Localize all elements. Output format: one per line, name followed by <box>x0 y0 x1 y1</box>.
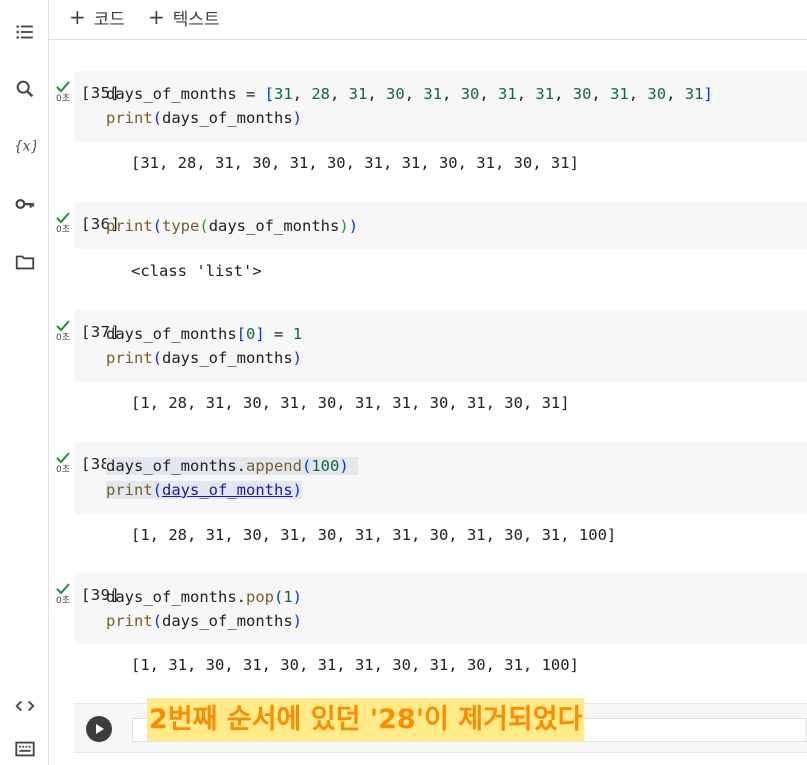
plus-icon: + <box>148 5 165 29</box>
code-line: days_of_months.pop(1) <box>106 588 303 606</box>
annotation-caption: 2번째 순서에 있던 '28'이 제거되었다 <box>147 698 585 741</box>
cell-output: [1, 28, 31, 30, 31, 30, 31, 31, 30, 31, … <box>131 394 570 412</box>
cell-output: <class 'list'> <box>131 262 262 280</box>
plus-icon: + <box>69 5 86 29</box>
check-icon <box>56 320 70 332</box>
cell-output: [31, 28, 31, 30, 31, 30, 31, 31, 30, 31,… <box>131 154 579 172</box>
code-text[interactable]: days_of_months.pop(1) print(days_of_mont… <box>106 585 302 633</box>
code-snippets-icon[interactable] <box>12 693 38 719</box>
cell-status: 0초 <box>52 212 74 235</box>
code-line: print(days_of_months) <box>106 612 303 630</box>
notebook-toolbar: + 코드 + 텍스트 <box>49 0 807 40</box>
add-text-label: 텍스트 <box>172 9 220 30</box>
key-icon[interactable] <box>12 191 38 217</box>
cell-output: [1, 31, 30, 31, 30, 31, 31, 30, 31, 30, … <box>131 656 579 674</box>
check-icon <box>56 452 70 464</box>
cell-status: 0초 <box>52 320 74 343</box>
code-cell[interactable]: 0초 [37] days_of_months[0] = 1 print(days… <box>49 310 807 420</box>
exec-time: 0초 <box>55 225 70 235</box>
check-icon <box>56 583 70 595</box>
check-icon <box>56 212 70 224</box>
code-text[interactable]: days_of_months = [31, 28, 31, 30, 31, 30… <box>106 82 713 130</box>
code-text[interactable]: print(type(days_of_months)) <box>106 214 358 238</box>
add-code-button[interactable]: + 코드 <box>69 4 125 30</box>
variables-icon[interactable]: {𝑥} <box>12 133 38 159</box>
run-cell-button[interactable] <box>86 716 112 742</box>
add-text-button[interactable]: + 텍스트 <box>148 4 220 30</box>
code-cell[interactable]: 0초 [39] days_of_months.pop(1) print(days… <box>49 573 807 683</box>
code-line: print(days_of_months) <box>106 349 303 367</box>
cell-status: 0초 <box>52 583 74 606</box>
code-text[interactable]: days_of_months.append(100) print(days_of… <box>106 454 359 502</box>
check-icon <box>56 81 70 93</box>
folder-icon[interactable] <box>12 249 38 275</box>
code-line: days_of_months.append(100) <box>106 457 359 475</box>
code-line: print(days_of_months) <box>106 109 303 127</box>
code-cell[interactable]: 0초 [35] days_of_months = [31, 28, 31, 30… <box>49 71 807 181</box>
code-line: days_of_months = [31, 28, 31, 30, 31, 30… <box>106 85 713 103</box>
exec-time: 0초 <box>55 465 70 475</box>
exec-time: 0초 <box>55 94 70 104</box>
svg-text:{𝑥}: {𝑥} <box>14 139 36 155</box>
code-text[interactable]: days_of_months[0] = 1 print(days_of_mont… <box>106 322 302 370</box>
add-code-label: 코드 <box>93 9 126 30</box>
exec-time: 0초 <box>55 333 70 343</box>
exec-time: 0초 <box>55 596 70 606</box>
cell-status: 0초 <box>52 81 74 104</box>
toc-icon[interactable] <box>12 19 38 45</box>
play-icon <box>96 724 104 734</box>
code-cell[interactable]: 0초 [38] days_of_months.append(100) print… <box>49 442 807 552</box>
code-cell[interactable]: 0초 [36] print(type(days_of_months)) <cla… <box>49 202 807 292</box>
code-line: print(days_of_months) <box>106 481 303 499</box>
cell-status: 0초 <box>52 452 74 475</box>
left-sidebar: {𝑥} <box>0 0 49 765</box>
cell-output: [1, 28, 31, 30, 31, 30, 31, 31, 30, 31, … <box>131 526 617 544</box>
code-line: days_of_months[0] = 1 <box>106 325 303 343</box>
search-icon[interactable] <box>12 76 38 102</box>
terminal-icon[interactable] <box>12 736 38 762</box>
